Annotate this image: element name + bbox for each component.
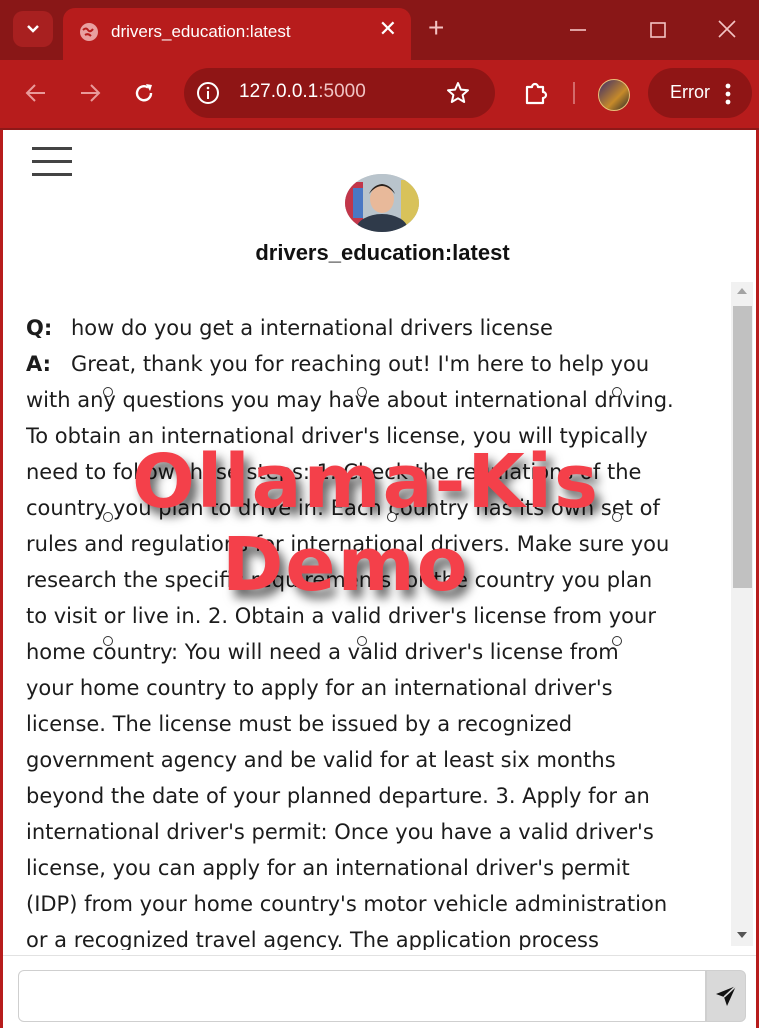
close-window-icon[interactable] [718,14,736,44]
bookmark-star-icon[interactable] [446,81,470,105]
new-tab-button[interactable]: + [428,14,444,42]
scrollbar-thumb[interactable] [733,306,752,588]
browser-toolbar: 127.0.0.1:5000 Error [0,60,759,128]
answer-row: A: Great, thank you for reaching out! I'm… [26,346,716,382]
answer-line: international driver's permit: Once you … [26,820,654,844]
menu-hamburger-icon[interactable] [32,147,72,177]
chat-transcript: Q: how do you get a international drivers… [26,310,716,950]
answer-line: To obtain an international driver's lice… [26,424,648,448]
answer-line: your home country to apply for an intern… [26,676,613,700]
avatar-portrait-icon [345,174,419,232]
back-arrow-icon[interactable] [25,82,47,104]
message-input[interactable] [18,970,706,1022]
answer-label: A: [26,352,52,376]
tab-search-button[interactable] [13,11,53,47]
active-tab[interactable]: drivers_education:latest ✕ [63,8,411,60]
tab-strip: drivers_education:latest ✕ + [0,0,759,60]
answer-line: or a recognized travel agency. The appli… [26,928,599,950]
answer-line: beyond the date of your planned departur… [26,784,650,808]
send-button[interactable] [706,970,746,1022]
profile-error-button[interactable]: Error [648,68,752,118]
scroll-up-arrow-icon[interactable] [737,288,747,294]
model-title: drivers_education:latest [255,240,510,265]
answer-line: country you plan to drive in: Each count… [26,496,660,520]
tab-title: drivers_education:latest [111,22,291,41]
error-label: Error [670,82,710,102]
close-tab-icon[interactable]: ✕ [379,19,397,41]
toolbar-border [0,128,759,130]
toolbar-separator [573,82,575,104]
answer-line: license. The license must be issued by a… [26,712,573,736]
send-paper-plane-icon [716,985,737,1006]
address-bar[interactable]: 127.0.0.1:5000 [184,68,495,118]
answer-line: research the specific requirements for t… [26,568,653,592]
answer-line: with any questions you may have about in… [26,388,674,412]
answer-line: (IDP) from your home country's motor veh… [26,892,668,916]
forward-arrow-icon[interactable] [79,82,101,104]
reload-icon[interactable] [133,82,155,104]
more-vert-icon[interactable] [724,82,732,106]
site-info-icon[interactable] [196,81,220,105]
url-port: :5000 [318,81,366,102]
url-host: 127.0.0.1 [239,81,319,102]
scroll-down-arrow-icon[interactable] [737,932,747,938]
answer-line: rules and regulations for international … [26,532,670,556]
extensions-puzzle-icon[interactable] [523,80,549,106]
answer-line: Great, thank you for reaching out! I'm h… [71,352,650,376]
minimize-icon[interactable] [569,14,587,44]
maximize-icon[interactable] [650,14,666,44]
answer-line: need to follow these steps: 1. Check the… [26,460,642,484]
model-avatar [345,174,419,232]
url-text: 127.0.0.1:5000 [239,81,366,103]
question-row: Q: how do you get a international drivers… [26,310,716,346]
answer-line: license, you can apply for an internatio… [26,856,630,880]
question-label: Q: [26,316,53,340]
chevron-down-icon [27,25,39,33]
chat-scrollbar[interactable] [731,282,753,946]
answer-line: government agency and be valid for at le… [26,748,616,772]
globe-icon [80,23,98,41]
question-text: how do you get a international drivers l… [71,316,553,340]
input-divider [3,955,756,956]
answer-line: to visit or live in. 2. Obtain a valid d… [26,604,656,628]
profile-avatar[interactable] [598,79,630,111]
answer-line: home country: You will need a valid driv… [26,640,619,664]
